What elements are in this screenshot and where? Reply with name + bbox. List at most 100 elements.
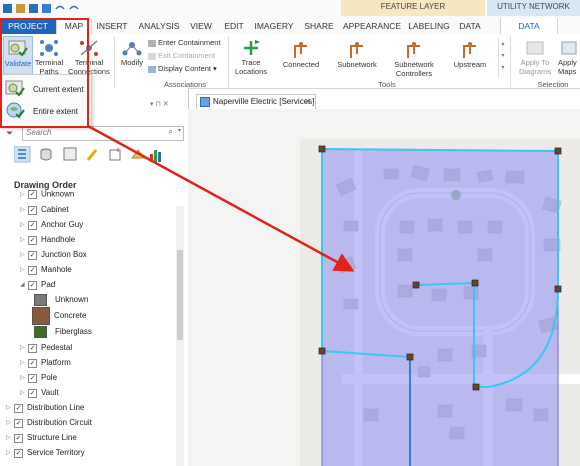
apply-maps-label-2: Maps (558, 67, 577, 76)
expand-icon[interactable]: ▷ (20, 356, 28, 370)
layer-label: Vault (41, 388, 59, 398)
tab-analysis[interactable]: ANALYSIS (134, 18, 184, 34)
expand-icon[interactable]: ▷ (20, 386, 28, 400)
search-field[interactable]: ⌕ ▾ (22, 126, 184, 141)
expand-icon[interactable]: ▷ (6, 431, 14, 445)
display-content-button[interactable]: Display Content ▾ (148, 64, 217, 73)
layer-item-platform[interactable]: ▷ ✓ Platform (20, 356, 71, 370)
legend-item-unknown: Unknown (34, 293, 88, 307)
drawing-order-heading: Drawing Order (14, 180, 77, 190)
layer-item-service-territory[interactable]: ▷ ✓ Service Territory (6, 446, 85, 460)
apply-to-diagrams-label-2: Diagrams (518, 67, 552, 76)
layer-item-junction-box[interactable]: ▷ ✓ Junction Box (20, 248, 87, 262)
trace-locations-button[interactable]: Trace Locations (230, 36, 272, 76)
tool-upstream-label: Upstream (453, 60, 487, 69)
layer-item-distribution-circuit[interactable]: ▷ ✓ Distribution Circuit (6, 416, 92, 430)
annotation-highlight-box (0, 18, 89, 128)
visibility-checkbox[interactable]: ✓ (14, 448, 23, 458)
visibility-checkbox[interactable]: ✓ (28, 280, 37, 290)
visibility-checkbox[interactable]: ✓ (14, 418, 23, 428)
tab-share[interactable]: SHARE (300, 18, 338, 34)
exit-containment-button[interactable]: Exit Containment (148, 51, 215, 60)
layer-item-structure-line[interactable]: ▷ ✓ Structure Line (6, 431, 77, 445)
expand-icon[interactable]: ▷ (20, 218, 28, 232)
legend-item-concrete: Concrete (32, 306, 86, 326)
layer-item-anchor-guy[interactable]: ▷ ✓ Anchor Guy (20, 218, 83, 232)
visibility-checkbox[interactable]: ✓ (28, 388, 37, 398)
expand-icon[interactable]: ▷ (20, 371, 28, 385)
expand-icon[interactable]: ▷ (20, 248, 28, 262)
visibility-checkbox[interactable]: ✓ (28, 235, 37, 245)
pane-pin-close[interactable]: ▾ ⊓ ✕ (150, 100, 169, 108)
visibility-checkbox[interactable]: ✓ (28, 265, 37, 275)
visibility-checkbox[interactable]: ✓ (14, 403, 23, 413)
layer-item-manhole[interactable]: ▷ ✓ Manhole (20, 263, 72, 277)
map-canvas[interactable] (188, 109, 580, 466)
quick-access-icons[interactable] (2, 2, 122, 18)
apply-maps-label-1: Apply (558, 58, 577, 67)
expand-icon[interactable]: ▷ (20, 263, 28, 277)
contents-scroll-thumb[interactable] (177, 250, 183, 340)
enter-containment-button[interactable]: Enter Containment (148, 38, 221, 47)
tab-appearance[interactable]: APPEARANCE (342, 18, 402, 34)
layer-item-partial[interactable]: ▷ ✓ Unknown (20, 190, 74, 200)
tab-imagery[interactable]: IMAGERY (252, 18, 296, 34)
trace-locations-label-2: Locations (234, 67, 268, 76)
expand-icon[interactable]: ▷ (6, 416, 14, 430)
gallery-scroll[interactable]: ▴ ▾ ▾ (498, 38, 507, 78)
tool-upstream[interactable]: Upstream (444, 38, 496, 78)
map-tab-title: Naperville Electric [Services] (213, 97, 315, 106)
tab-data-utility-network[interactable]: DATA (500, 18, 558, 35)
expand-icon[interactable]: ▷ (20, 203, 28, 217)
search-dropdown-icon[interactable]: ▾ (178, 127, 181, 134)
apply-to-diagrams-button[interactable]: Apply To Diagrams (514, 36, 556, 76)
visibility-checkbox[interactable]: ✓ (28, 358, 37, 368)
layer-item-handhole[interactable]: ▷ ✓ Handhole (20, 233, 75, 247)
tab-insert[interactable]: INSERT (92, 18, 132, 34)
contents-toolbar-icons[interactable] (13, 145, 174, 164)
expand-icon[interactable]: ▷ (20, 192, 28, 198)
layer-item-vault[interactable]: ▷ ✓ Vault (20, 386, 59, 400)
layer-item-distribution-line[interactable]: ▷ ✓ Distribution Line (6, 401, 84, 415)
visibility-checkbox[interactable]: ✓ (28, 343, 37, 353)
tab-edit[interactable]: EDIT (220, 18, 248, 34)
expand-icon[interactable]: ▷ (20, 233, 28, 247)
expand-icon[interactable]: ▷ (6, 401, 14, 415)
filter-icon[interactable]: ⏷ (6, 128, 13, 139)
tab-view[interactable]: VIEW (186, 18, 216, 34)
visibility-checkbox[interactable]: ✓ (28, 205, 37, 215)
modify-button[interactable]: Modify (118, 36, 146, 76)
legend-item-fiberglass: Fiberglass (34, 325, 92, 339)
map-drawing (300, 139, 580, 466)
exit-containment-icon (148, 52, 156, 60)
layer-label: Distribution Line (27, 403, 85, 413)
search-input[interactable] (23, 127, 156, 138)
modify-icon (122, 42, 142, 56)
trace-tool-icon (407, 42, 420, 58)
tool-connected[interactable]: Connected (276, 38, 326, 78)
layer-item-pad[interactable]: ◢ ✓ Pad (20, 278, 55, 292)
tool-subnetwork[interactable]: Subnetwork (330, 38, 384, 78)
visibility-checkbox[interactable]: ✓ (28, 250, 37, 260)
layer-label: Handhole (41, 235, 76, 245)
visibility-checkbox[interactable]: ✓ (28, 220, 37, 230)
search-icon[interactable]: ⌕ (169, 127, 173, 137)
trace-tool-icon (350, 42, 363, 58)
collapse-icon[interactable]: ◢ (20, 278, 28, 292)
close-icon[interactable]: ✕ (304, 95, 311, 108)
layer-item-pole[interactable]: ▷ ✓ Pole (20, 371, 57, 385)
layer-label: Service Territory (27, 448, 85, 458)
visibility-checkbox[interactable]: ✓ (14, 433, 23, 443)
layer-item-cabinet[interactable]: ▷ ✓ Cabinet (20, 203, 69, 217)
expand-icon[interactable]: ▷ (6, 446, 14, 460)
tool-subnetwork-controllers[interactable]: Subnetwork Controllers (386, 38, 442, 78)
apply-to-diagrams-icon (526, 41, 544, 55)
expand-icon[interactable]: ▷ (20, 341, 28, 355)
visibility-checkbox[interactable]: ✓ (28, 373, 37, 383)
apply-maps-button[interactable]: Apply Maps (558, 36, 580, 76)
layer-item-pedestal[interactable]: ▷ ✓ Pedestal (20, 341, 72, 355)
tab-labeling[interactable]: LABELING (406, 18, 452, 34)
layer-label: Pedestal (41, 343, 73, 353)
tab-data-feature-layer[interactable]: DATA (456, 18, 484, 34)
visibility-checkbox[interactable]: ✓ (28, 190, 37, 199)
